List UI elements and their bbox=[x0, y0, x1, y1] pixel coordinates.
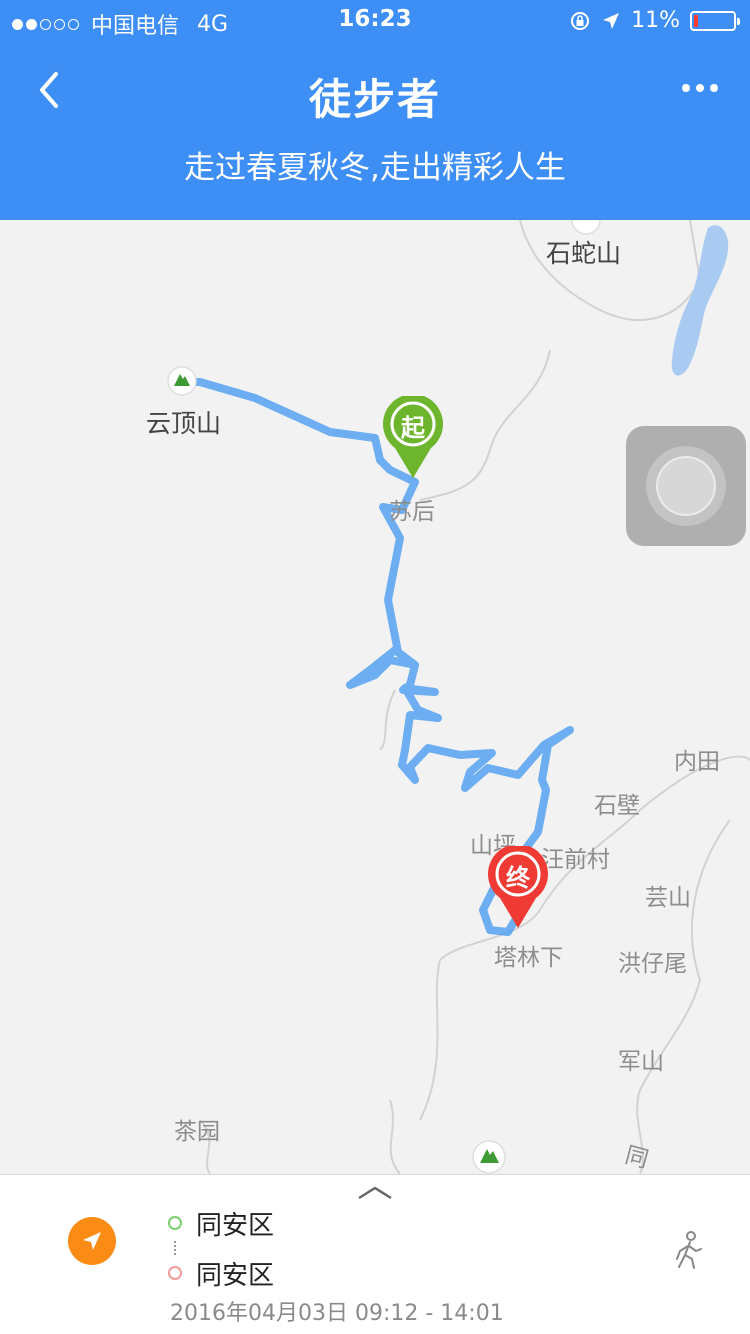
navigate-button[interactable] bbox=[68, 1217, 116, 1265]
lake bbox=[671, 225, 729, 376]
label-junshan: 军山 bbox=[618, 1049, 664, 1075]
label-wangqiancun: 汪前村 bbox=[541, 847, 610, 873]
end-place: 同安区 bbox=[196, 1260, 275, 1291]
location-arrow-icon bbox=[603, 12, 620, 29]
page-subtitle: 走过春夏秋冬,走出精彩人生 bbox=[184, 150, 566, 186]
label-linxia: 塔林下 bbox=[494, 945, 563, 971]
label-shibi: 石壁 bbox=[594, 793, 640, 819]
battery-icon bbox=[690, 10, 740, 31]
status-bar: 中国电信 4G 16:23 11% bbox=[0, 0, 750, 40]
end-marker[interactable]: 终 bbox=[486, 846, 550, 930]
navigation-arrow-icon bbox=[83, 1232, 101, 1250]
start-place: 同安区 bbox=[196, 1210, 275, 1241]
route-map[interactable]: 石蛇山 云顶山 苏后 内田 石壁 山坪 汪前村 芸山 塔林下 洪仔尾 军山 茶园… bbox=[0, 220, 750, 1174]
mountain-icon-shishe bbox=[571, 220, 601, 235]
label-shisheshan: 石蛇山 bbox=[546, 239, 622, 268]
assistive-touch-button[interactable] bbox=[626, 426, 746, 546]
app-header: 中国电信 4G 16:23 11% 徒步者 走过春夏秋冬,走出精彩人生 bbox=[0, 0, 750, 220]
walking-person-icon[interactable] bbox=[670, 1231, 708, 1271]
label-yunshan: 芸山 bbox=[645, 885, 691, 911]
map-canvas bbox=[167, 220, 750, 1174]
mountain-icon-south bbox=[472, 1140, 506, 1174]
trip-info-panel: 同安区 同安区 2016年04月03日 09:12 - 14:01 bbox=[0, 1174, 750, 1334]
route-connector bbox=[174, 1241, 274, 1255]
page-title: 徒步者 bbox=[308, 75, 441, 124]
more-button[interactable] bbox=[680, 78, 720, 98]
start-dot-icon bbox=[168, 1216, 182, 1230]
battery-percent: 11% bbox=[631, 8, 680, 33]
orientation-lock-icon bbox=[571, 11, 590, 30]
label-hongzaiwei: 洪仔尾 bbox=[618, 951, 687, 977]
label-cenhou: 苏后 bbox=[389, 499, 435, 525]
trip-datetime: 2016年04月03日 09:12 - 14:01 bbox=[170, 1301, 504, 1326]
start-marker-label: 起 bbox=[401, 414, 425, 442]
label-chayuan: 茶园 bbox=[174, 1119, 220, 1145]
start-marker[interactable]: 起 bbox=[381, 396, 445, 480]
end-dot-icon bbox=[168, 1266, 182, 1280]
label-yundingshan: 云顶山 bbox=[146, 409, 222, 438]
mountain-icon-yunding bbox=[167, 366, 197, 396]
end-marker-label: 终 bbox=[506, 864, 530, 892]
chevron-up-icon[interactable] bbox=[355, 1185, 395, 1201]
label-neitian: 内田 bbox=[674, 749, 720, 775]
route-endpoints: 同安区 同安区 bbox=[166, 1205, 274, 1291]
